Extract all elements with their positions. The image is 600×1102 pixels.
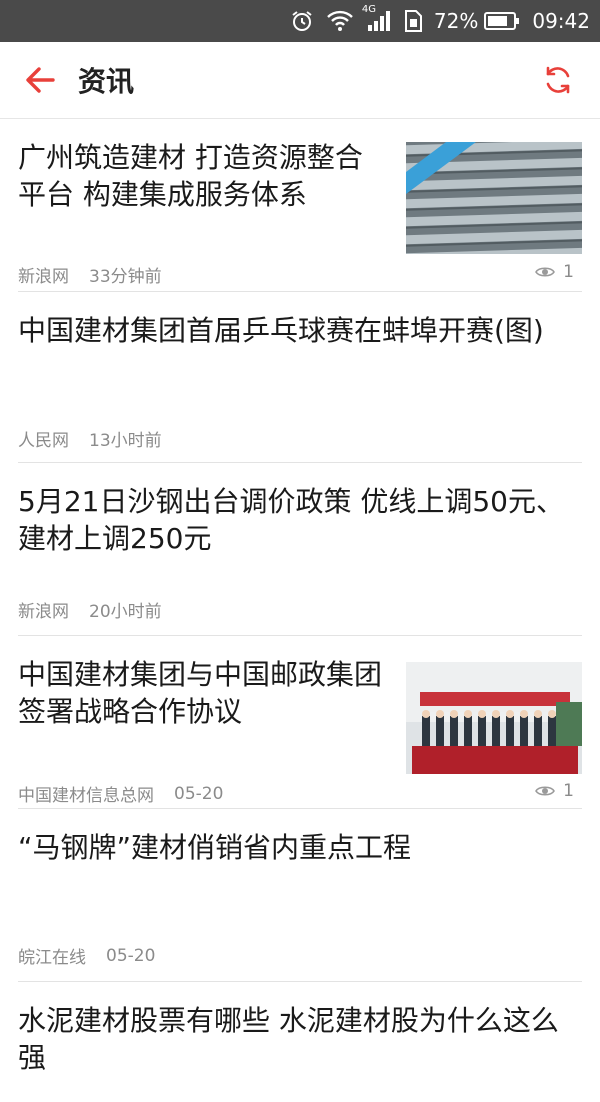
news-meta: 人民网 13小时前 (18, 426, 162, 451)
news-thumbnail[interactable] (406, 662, 582, 774)
news-headline[interactable]: 中国建材集团首届乒乓球赛在蚌埠开赛(图) (18, 312, 544, 349)
news-meta: 新浪网 20小时前 (18, 597, 162, 622)
app-bar: 资讯 (0, 42, 600, 119)
news-meta: 新浪网 33分钟前 (18, 262, 162, 287)
news-source: 中国建材信息总网 (18, 786, 154, 806)
news-item[interactable]: 水泥建材股票有哪些 水泥建材股为什么这么强 (18, 982, 582, 1102)
news-headline[interactable]: 5月21日沙钢出台调价政策 优线上调50元、建材上调250元 (18, 483, 582, 557)
battery-icon (484, 11, 520, 31)
news-headline[interactable]: 广州筑造建材 打造资源整合平台 构建集成服务体系 (18, 139, 390, 213)
refresh-icon[interactable] (538, 60, 578, 100)
back-arrow-icon[interactable] (20, 60, 60, 100)
clock: 09:42 (532, 9, 590, 33)
view-count: 1 (535, 781, 574, 801)
view-count: 1 (535, 262, 574, 282)
news-list: 广州筑造建材 打造资源整合平台 构建集成服务体系 新浪网 33分钟前 1 中国建… (0, 119, 600, 1102)
news-item[interactable]: “马钢牌”建材俏销省内重点工程 皖江在线 05-20 (18, 809, 582, 982)
news-time: 20小时前 (89, 602, 162, 622)
news-source: 新浪网 (18, 267, 69, 287)
news-meta: 皖江在线 05-20 (18, 943, 156, 969)
view-count-value: 1 (563, 781, 574, 801)
news-headline[interactable]: 中国建材集团与中国邮政集团签署战略合作协议 (18, 656, 390, 730)
status-bar: 4G 72% 09:42 (0, 0, 600, 42)
news-item[interactable]: 广州筑造建材 打造资源整合平台 构建集成服务体系 新浪网 33分钟前 1 (18, 119, 582, 292)
news-source: 新浪网 (18, 602, 69, 622)
wifi-icon (326, 10, 354, 32)
news-time: 13小时前 (89, 431, 162, 451)
news-item[interactable]: 中国建材集团与中国邮政集团签署战略合作协议 中国建材信息总网 05-20 1 (18, 636, 582, 809)
news-headline[interactable]: “马钢牌”建材俏销省内重点工程 (18, 829, 411, 866)
view-count-value: 1 (563, 262, 574, 282)
news-source: 人民网 (18, 431, 69, 451)
alarm-icon (290, 9, 314, 33)
page-title: 资讯 (78, 65, 135, 98)
eye-icon (535, 267, 556, 277)
news-item[interactable]: 中国建材集团首届乒乓球赛在蚌埠开赛(图) 人民网 13小时前 (18, 292, 582, 463)
news-time: 05-20 (106, 945, 156, 966)
cell-signal-icon: 4G (362, 4, 392, 32)
news-headline[interactable]: 水泥建材股票有哪些 水泥建材股为什么这么强 (18, 1002, 578, 1076)
news-meta: 中国建材信息总网 05-20 (18, 781, 224, 807)
news-time: 33分钟前 (89, 267, 162, 287)
news-item[interactable]: 5月21日沙钢出台调价政策 优线上调50元、建材上调250元 新浪网 20小时前 (18, 463, 582, 636)
eye-icon (535, 786, 556, 796)
news-source: 皖江在线 (18, 948, 86, 968)
battery-percent: 72% (433, 9, 479, 33)
news-time: 05-20 (174, 783, 224, 804)
network-type: 4G (361, 4, 377, 15)
news-thumbnail[interactable] (406, 142, 582, 254)
sim-icon (404, 10, 422, 32)
